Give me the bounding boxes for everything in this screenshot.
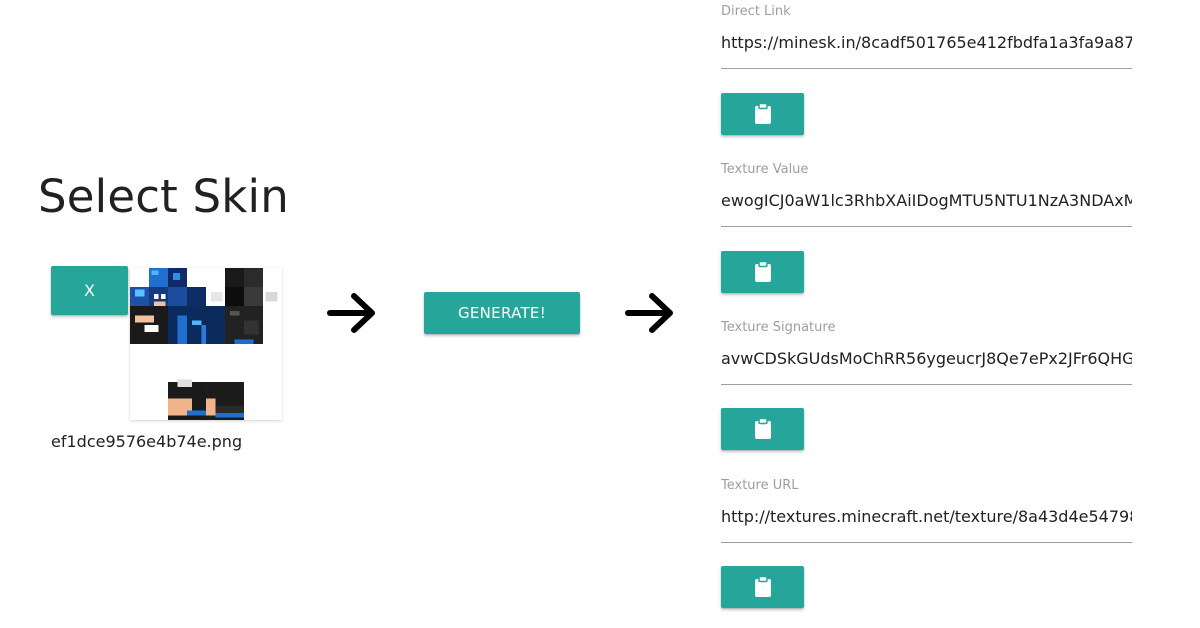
- texture-url-label: Texture URL: [721, 478, 799, 493]
- texture-value-label: Texture Value: [721, 162, 809, 177]
- texture-value-field[interactable]: ewogICJ0aW1lc3RhbXAiIDogMTU5NTU1NzA3NDAx…: [721, 191, 1132, 210]
- copy-texture-value-button[interactable]: [721, 251, 804, 293]
- skin-filename: ef1dce9576e4b74e.png: [51, 432, 243, 451]
- remove-skin-button[interactable]: X: [51, 266, 128, 315]
- direct-link-underline: [721, 68, 1132, 69]
- clipboard-icon: [754, 261, 771, 282]
- direct-link-label: Direct Link: [721, 4, 791, 19]
- arrow-right-icon: [327, 293, 375, 333]
- arrow-right-icon: [625, 293, 673, 333]
- texture-signature-underline: [721, 384, 1132, 385]
- page-title: Select Skin: [38, 170, 289, 223]
- texture-url-underline: [721, 542, 1132, 543]
- clipboard-icon: [754, 103, 771, 124]
- clipboard-icon: [754, 576, 771, 597]
- clipboard-icon: [754, 418, 771, 439]
- texture-value-underline: [721, 226, 1132, 227]
- texture-url-field[interactable]: http://textures.minecraft.net/texture/8a…: [721, 507, 1132, 526]
- texture-signature-field[interactable]: avwCDSkGUdsMoChRR56ygeucrJ8Qe7ePx2JFr6QH…: [721, 349, 1132, 368]
- copy-direct-link-button[interactable]: [721, 93, 804, 135]
- skin-preview-image: [130, 268, 282, 420]
- copy-texture-url-button[interactable]: [721, 566, 804, 608]
- direct-link-field[interactable]: https://minesk.in/8cadf501765e412fbdfa1a…: [721, 33, 1132, 52]
- copy-texture-signature-button[interactable]: [721, 408, 804, 450]
- texture-signature-label: Texture Signature: [721, 320, 836, 335]
- generate-button[interactable]: GENERATE!: [424, 292, 580, 334]
